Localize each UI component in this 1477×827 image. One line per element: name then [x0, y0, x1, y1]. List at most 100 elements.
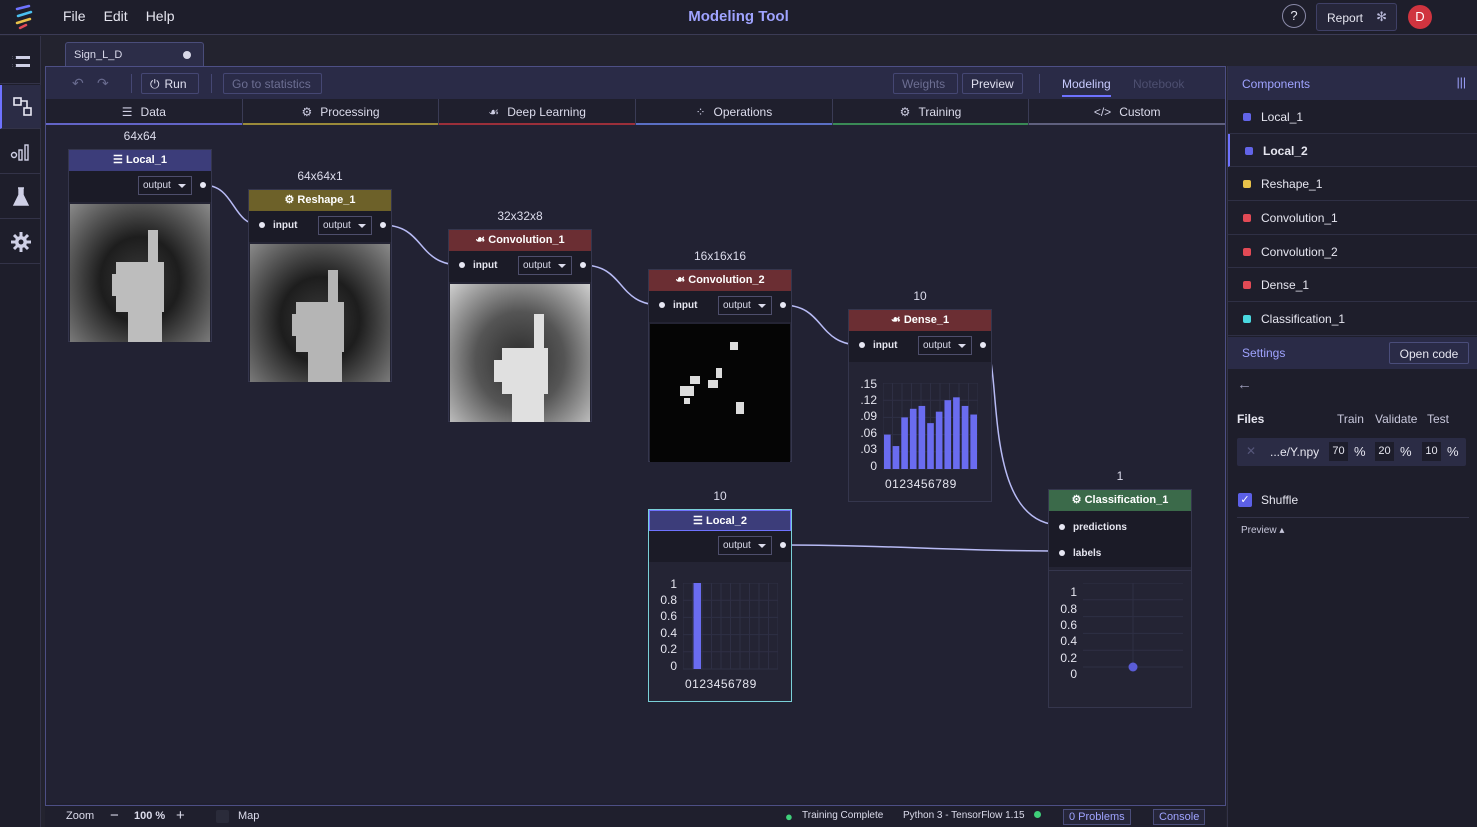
node-convolution-1[interactable]: ☙ Convolution_1 input output	[448, 229, 592, 422]
file-tab[interactable]: Sign_L_D	[65, 42, 204, 66]
input-port[interactable]	[659, 302, 665, 308]
preview-button[interactable]: Preview	[962, 73, 1023, 94]
component-color-icon	[1243, 113, 1251, 121]
output-select[interactable]: output	[518, 256, 572, 275]
sidebar-layers-button[interactable]	[0, 40, 41, 84]
avatar[interactable]: D	[1408, 5, 1432, 29]
weights-button[interactable]: Weights	[893, 73, 958, 94]
problems-button[interactable]: 0 Problems	[1063, 809, 1131, 825]
output-port[interactable]	[380, 222, 386, 228]
report-label: Report	[1327, 11, 1364, 25]
predictions-port[interactable]	[1059, 524, 1065, 530]
output-port[interactable]	[200, 182, 206, 188]
component-item[interactable]: Dense_1	[1228, 268, 1477, 303]
run-button[interactable]: ⏻ Run	[141, 73, 199, 94]
collapse-icon[interactable]: |||	[1457, 75, 1466, 89]
predictions-label: predictions	[1073, 522, 1127, 533]
node-header[interactable]: ☰ Local_2	[649, 510, 791, 531]
input-label: input	[473, 260, 498, 271]
preview-toggle[interactable]: Preview ▴	[1241, 525, 1284, 536]
sidebar-statistics-button[interactable]	[0, 130, 41, 174]
unsaved-dot-icon[interactable]	[183, 51, 191, 59]
node-header[interactable]: ☰ Local_1	[69, 150, 211, 171]
output-select[interactable]: output	[138, 176, 192, 195]
validate-percent-input[interactable]: 20	[1375, 442, 1394, 461]
classification1-shape: 1	[1116, 469, 1124, 483]
console-button[interactable]: Console	[1153, 809, 1206, 825]
category-processing[interactable]: ⚙ Processing	[242, 99, 440, 125]
report-button[interactable]: Report ✻	[1316, 3, 1397, 31]
ytick-label: 0.2	[660, 642, 677, 656]
output-port[interactable]	[780, 542, 786, 548]
category-operations[interactable]: ⁘ Operations	[636, 99, 833, 125]
output-port[interactable]	[980, 342, 986, 348]
undo-icon[interactable]: ↶	[72, 75, 84, 92]
output-select[interactable]: output	[718, 296, 772, 315]
node-convolution-2[interactable]: ☙ Convolution_2 input output	[648, 269, 792, 462]
component-item[interactable]: Convolution_1	[1228, 201, 1477, 235]
node-classification-1[interactable]: ⚙ Classification_1 predictions labels 1 …	[1048, 489, 1192, 708]
zoom-in-icon[interactable]: +	[176, 807, 185, 824]
modeling-canvas[interactable]: 64x64 ☰ Local_1 output 64x64x1 ⚙ Reshape…	[46, 125, 1225, 803]
category-processing-label: Processing	[320, 105, 380, 119]
menu-help[interactable]: Help	[146, 8, 175, 24]
menu-edit[interactable]: Edit	[104, 8, 128, 24]
sidebar-modeling-button[interactable]	[0, 85, 41, 129]
ytick-label: 0.4	[1060, 634, 1077, 648]
component-item[interactable]: Convolution_2	[1228, 235, 1477, 269]
component-label: Convolution_1	[1261, 211, 1338, 226]
input-port[interactable]	[859, 342, 865, 348]
component-item[interactable]: Reshape_1	[1228, 167, 1477, 202]
back-arrow-icon[interactable]: ←	[1237, 376, 1252, 393]
component-item[interactable]: Local_2	[1228, 133, 1477, 168]
menu-file[interactable]: File	[63, 8, 86, 24]
category-training[interactable]: ⚙ Training	[832, 99, 1030, 125]
input-port[interactable]	[259, 222, 265, 228]
node-header[interactable]: ☙ Convolution_1	[449, 230, 591, 251]
feature-map-preview	[650, 324, 790, 462]
toolbar-divider	[131, 74, 132, 93]
output-select[interactable]: output	[718, 536, 772, 555]
go-to-statistics-button[interactable]: Go to statistics	[223, 73, 322, 94]
output-port[interactable]	[580, 262, 586, 268]
node-header[interactable]: ⚙ Reshape_1	[249, 190, 391, 211]
category-bar: ☰ Data ⚙ Processing ☙ Deep Learning ⁘ Operat…	[46, 99, 1226, 125]
input-port[interactable]	[459, 262, 465, 268]
output-port[interactable]	[780, 302, 786, 308]
node-dense-1[interactable]: ☙ Dense_1 input output .15 .12 .09 .06 .…	[848, 309, 992, 502]
zoom-out-icon[interactable]: −	[110, 807, 119, 824]
node-reshape-1[interactable]: ⚙ Reshape_1 input output	[248, 189, 392, 382]
shuffle-checkbox[interactable]: ✓	[1238, 493, 1252, 507]
category-custom[interactable]: </> Custom	[1029, 99, 1226, 125]
tab-notebook[interactable]: Notebook	[1133, 77, 1184, 91]
brain-icon: ☙	[488, 105, 500, 119]
layers-icon	[12, 55, 30, 68]
map-checkbox[interactable]	[216, 810, 229, 823]
output-select[interactable]: output	[318, 216, 372, 235]
output-select[interactable]: output	[918, 336, 972, 355]
help-button[interactable]: ?	[1282, 4, 1306, 28]
hand-sign-preview	[70, 204, 210, 342]
category-deep-learning[interactable]: ☙ Deep Learning	[439, 99, 637, 125]
category-data[interactable]: ☰ Data	[46, 99, 243, 125]
component-item[interactable]: Local_1	[1228, 100, 1477, 134]
node-local-2[interactable]: ☰ Local_2 output 1 0.8 0.6 0.4 0.2 0 012…	[648, 509, 792, 702]
sidebar-test-button[interactable]	[0, 175, 41, 219]
component-item[interactable]: Classification_1	[1228, 302, 1477, 336]
file-row: ✕ ...e/Y.npy 70 % 20 % 10 %	[1237, 438, 1466, 466]
node-header[interactable]: ☙ Dense_1	[849, 310, 991, 331]
redo-icon[interactable]: ↷	[97, 75, 109, 92]
tab-modeling[interactable]: Modeling	[1062, 77, 1111, 97]
node-local-1[interactable]: ☰ Local_1 output	[68, 149, 212, 342]
percent-sign: %	[1400, 444, 1412, 459]
train-percent-input[interactable]: 70	[1329, 442, 1348, 461]
sidebar-settings-button[interactable]	[0, 220, 41, 264]
test-percent-input[interactable]: 10	[1422, 442, 1441, 461]
remove-file-icon[interactable]: ✕	[1246, 444, 1256, 458]
chart-bar	[935, 411, 943, 469]
labels-port[interactable]	[1059, 550, 1065, 556]
node-header[interactable]: ⚙ Classification_1	[1049, 490, 1191, 511]
open-code-button[interactable]: Open code	[1389, 342, 1469, 364]
category-training-label: Training	[918, 105, 962, 119]
node-header[interactable]: ☙ Convolution_2	[649, 270, 791, 291]
